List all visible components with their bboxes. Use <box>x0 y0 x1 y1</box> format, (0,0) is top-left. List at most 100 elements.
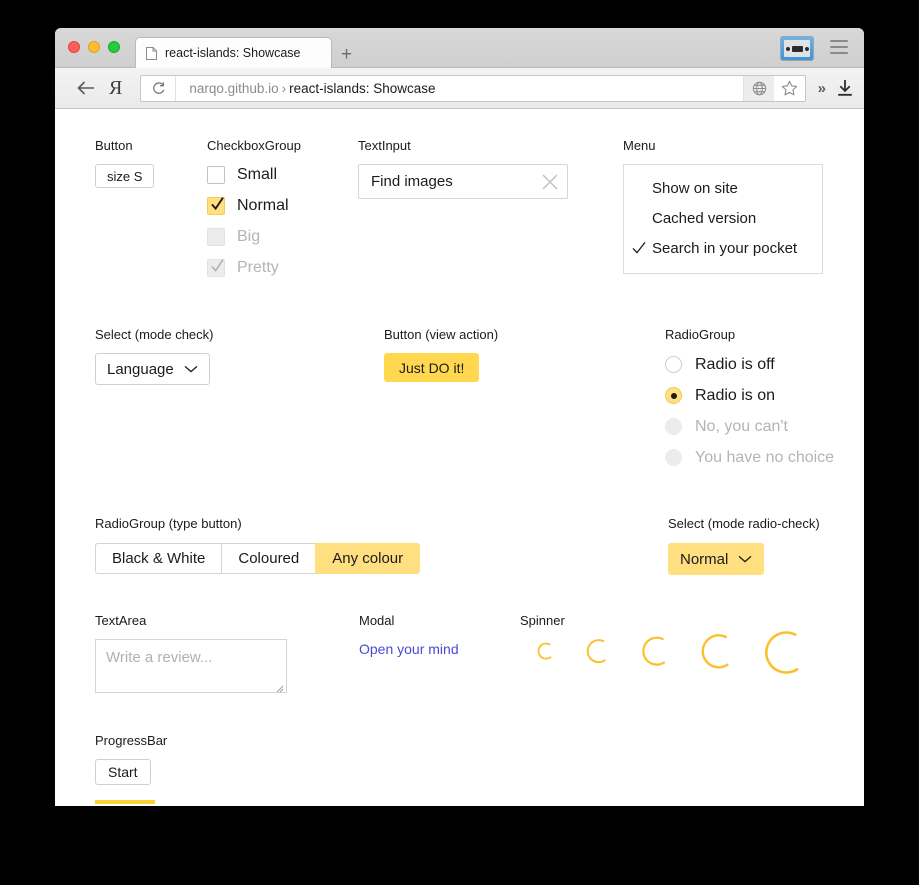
cassette-icon-body <box>784 40 810 57</box>
section-button-label: Button <box>95 138 133 153</box>
radio-group: Radio is off Radio is on No, you can't Y… <box>665 349 834 473</box>
search-input-value: Find images <box>371 173 453 190</box>
radio-label: You have no choice <box>695 448 835 466</box>
checkbox-item-small[interactable]: Small <box>207 159 301 190</box>
menu-item-cached-version[interactable]: Cached version <box>624 203 822 233</box>
cassette-icon[interactable] <box>780 36 814 61</box>
section-radio-group-button: RadioGroup (type button) Black & White C… <box>95 516 421 574</box>
menu-item-show-on-site[interactable]: Show on site <box>624 173 822 203</box>
progress-bar <box>95 800 221 804</box>
checkbox-box <box>207 227 225 246</box>
checkbox-box <box>207 165 225 184</box>
close-icon[interactable] <box>541 173 559 191</box>
maximize-window-button[interactable] <box>108 41 120 53</box>
browser-titlebar: react-islands: Showcase + <box>55 28 864 68</box>
search-input[interactable]: Find images <box>358 164 568 199</box>
radio-circle <box>665 449 682 466</box>
globe-icon[interactable] <box>743 75 774 101</box>
star-icon[interactable] <box>774 76 805 101</box>
section-select-radio-check: Select (mode radio-check) Normal <box>668 516 820 575</box>
check-icon <box>211 258 224 274</box>
document-icon <box>146 46 157 60</box>
browser-tab[interactable]: react-islands: Showcase <box>135 37 332 68</box>
radio-circle <box>665 418 682 435</box>
section-text-input: TextInput Find images <box>358 138 568 199</box>
radio-item-on[interactable]: Radio is on <box>665 380 834 411</box>
section-button-action: Button (view action) Just DO it! <box>384 327 498 382</box>
radio-button-group: Black & White Coloured Any colour <box>95 543 421 574</box>
cassette-window <box>791 45 803 52</box>
review-textarea[interactable]: Write a review... <box>95 639 287 693</box>
cassette-reel-right <box>804 46 809 51</box>
chevron-more-icon[interactable]: » <box>814 80 830 97</box>
section-menu: Menu Show on site Cached version Search … <box>623 138 823 274</box>
address-bar[interactable]: narqo.github.io › react-islands: Showcase <box>140 74 806 102</box>
reload-icon[interactable] <box>141 81 175 96</box>
section-radio-group-button-label: RadioGroup (type button) <box>95 516 242 531</box>
url-domain: narqo.github.io <box>189 80 279 96</box>
normal-select[interactable]: Normal <box>668 543 765 575</box>
language-select-value: Language <box>107 360 174 378</box>
hamburger-line <box>830 46 848 48</box>
just-do-it-button[interactable]: Just DO it! <box>384 353 480 382</box>
progress-bar-fill <box>95 800 156 804</box>
section-textarea: TextArea Write a review... <box>95 613 287 693</box>
yandex-logo-icon[interactable]: Я <box>109 78 122 98</box>
toolbar-right-actions: » <box>814 68 854 108</box>
close-window-button[interactable] <box>68 41 80 53</box>
resize-handle-icon[interactable] <box>274 680 284 693</box>
section-text-input-label: TextInput <box>358 138 411 153</box>
section-modal-label: Modal <box>359 613 395 628</box>
radio-item-no-choice: You have no choice <box>665 442 834 473</box>
radio-circle <box>665 387 682 404</box>
radio-button-coloured[interactable]: Coloured <box>221 543 316 574</box>
download-icon[interactable] <box>836 79 854 97</box>
chevron-down-icon <box>738 555 752 563</box>
open-modal-link[interactable]: Open your mind <box>359 641 459 657</box>
url-page-title: react-islands: Showcase <box>289 80 436 96</box>
section-modal: Modal Open your mind <box>359 613 459 657</box>
address-bar-actions <box>743 75 805 101</box>
menu-item-search-in-your-pocket[interactable]: Search in your pocket <box>624 233 822 263</box>
radio-label: Radio is off <box>695 355 775 373</box>
back-arrow-icon[interactable] <box>73 75 99 101</box>
spinner-s <box>582 635 614 667</box>
screenshot-root: react-islands: Showcase + Я narqo.github… <box>0 0 919 885</box>
checkbox-item-big: Big <box>207 221 301 252</box>
window-controls <box>68 41 120 53</box>
browser-toolbar: Я narqo.github.io › react-islands: Showcas… <box>55 68 864 109</box>
section-select-radio-check-label: Select (mode radio-check) <box>668 516 820 531</box>
spinner-xs <box>534 639 558 663</box>
radio-circle <box>665 356 682 373</box>
checkbox-label: Small <box>237 165 278 183</box>
chevron-down-icon <box>184 365 198 373</box>
spinner-m <box>637 632 675 670</box>
radio-button-any-colour[interactable]: Any colour <box>315 543 421 574</box>
browser-tab-title: react-islands: Showcase <box>165 46 301 60</box>
new-tab-button[interactable]: + <box>341 45 352 64</box>
section-checkbox-group-label: CheckboxGroup <box>207 138 301 153</box>
review-textarea-placeholder: Write a review... <box>106 649 213 666</box>
hamburger-line <box>830 40 848 42</box>
checkbox-label: Big <box>237 227 261 245</box>
checkbox-box <box>207 258 225 277</box>
hamburger-line <box>830 52 848 54</box>
start-button[interactable]: Start <box>95 759 151 785</box>
checkbox-item-normal[interactable]: Normal <box>207 190 301 221</box>
check-icon <box>632 241 648 255</box>
radio-item-off[interactable]: Radio is off <box>665 349 834 380</box>
radio-item-no-you-cant: No, you can't <box>665 411 834 442</box>
section-checkbox-group: CheckboxGroup Small Normal Big Pretty <box>207 138 301 283</box>
minimize-window-button[interactable] <box>88 41 100 53</box>
size-s-button[interactable]: size S <box>95 164 155 188</box>
section-spinner: Spinner <box>520 613 840 703</box>
section-button: Button size S <box>95 138 155 188</box>
section-button-action-label: Button (view action) <box>384 327 499 342</box>
browser-window: react-islands: Showcase + Я narqo.github… <box>55 28 864 806</box>
menu-item-label: Cached version <box>652 209 757 227</box>
hamburger-icon[interactable] <box>830 40 848 54</box>
section-textarea-label: TextArea <box>95 613 147 628</box>
language-select[interactable]: Language <box>95 353 210 385</box>
radio-button-black-and-white[interactable]: Black & White <box>95 543 222 574</box>
url-separator: › <box>281 80 287 96</box>
